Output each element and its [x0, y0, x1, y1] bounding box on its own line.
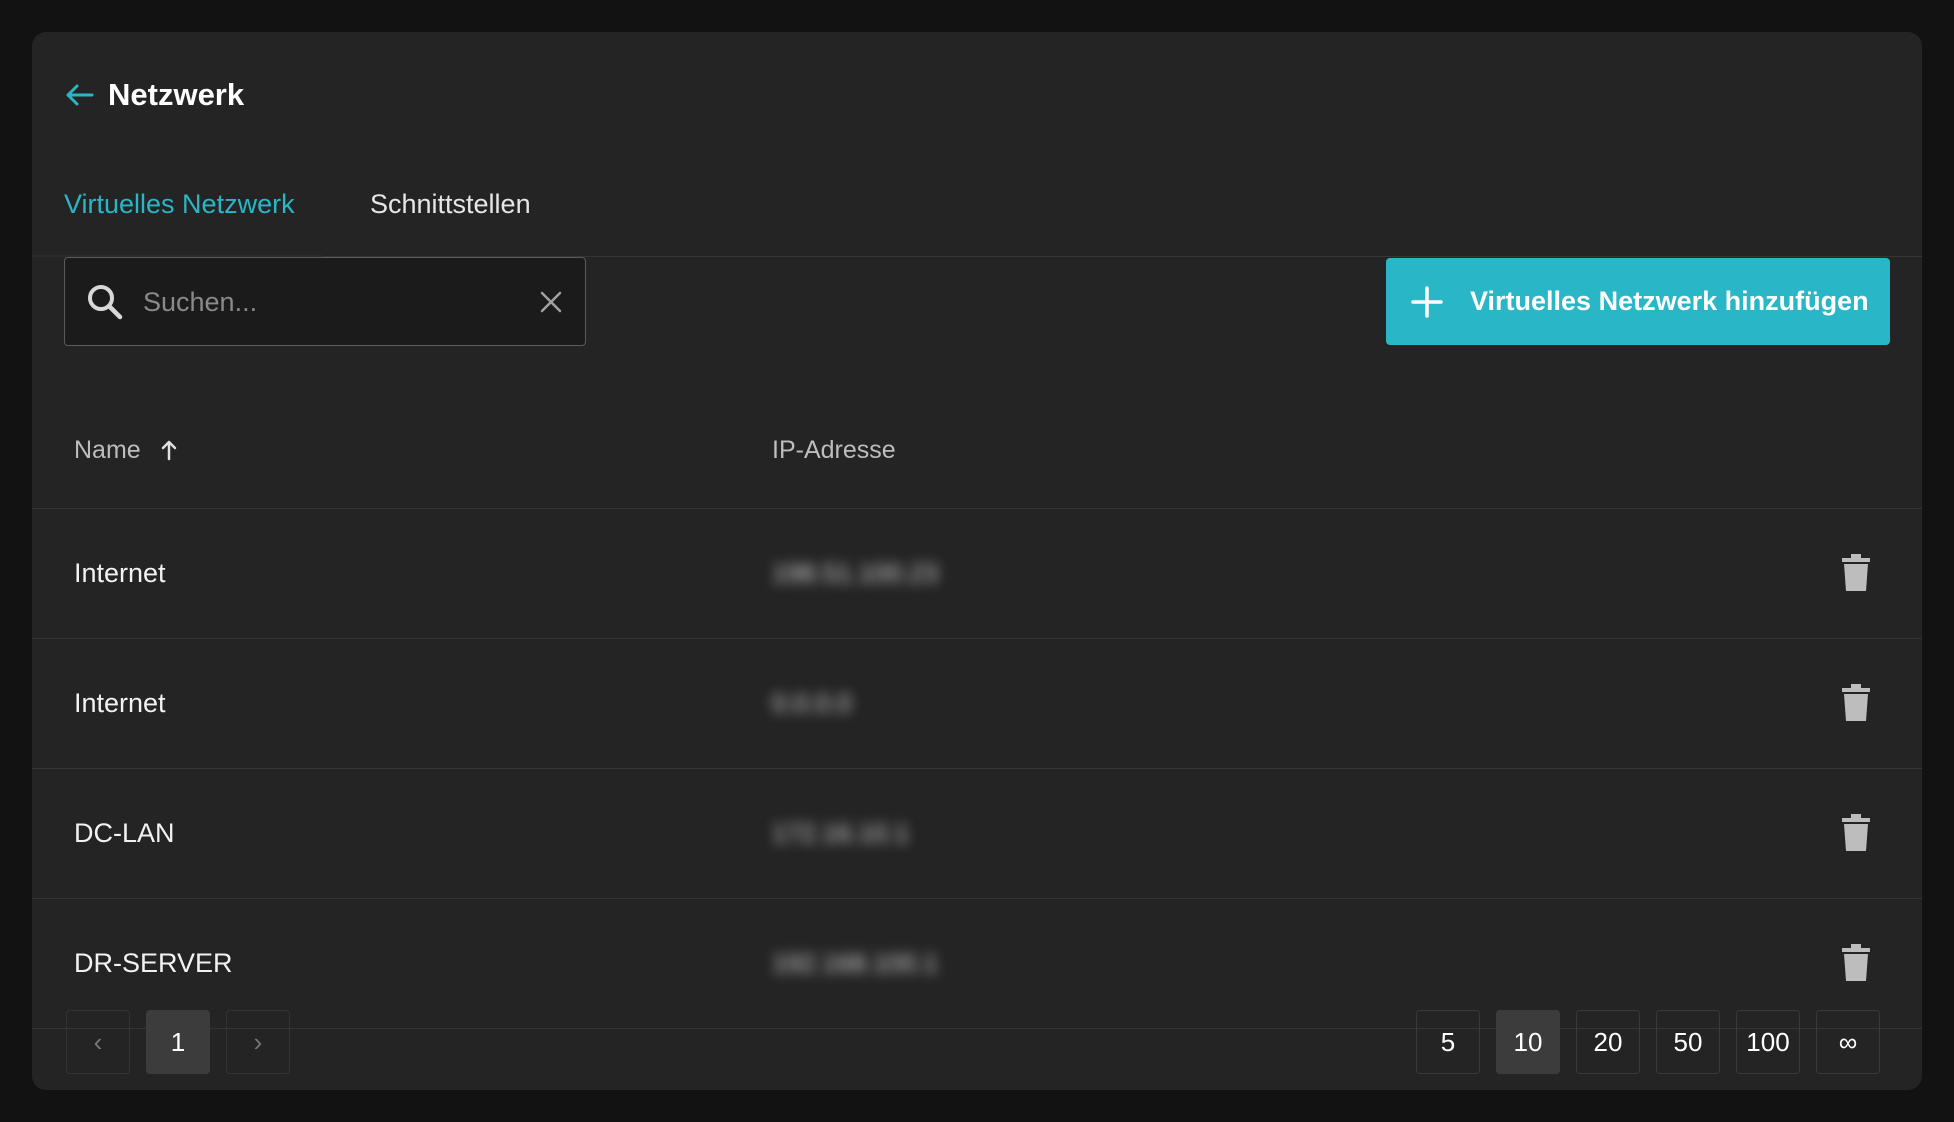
delete-button[interactable] — [1832, 809, 1880, 857]
tab-bar: Virtuelles Netzwerk Schnittstellen — [32, 152, 1922, 257]
ip-address: 0.0.0.0 — [772, 688, 852, 718]
page-size-5[interactable]: 5 — [1416, 1010, 1480, 1074]
ip-address: 192.168.100.1 — [772, 948, 939, 978]
network-card: Netzwerk Virtuelles Netzwerk Schnittstel… — [32, 32, 1922, 1090]
table-row[interactable]: Internet 0.0.0.0 — [32, 639, 1922, 769]
table-header: Name IP-Adresse — [32, 392, 1922, 509]
trash-icon — [1842, 684, 1870, 721]
arrow-left-icon[interactable] — [62, 78, 96, 112]
page-size-20[interactable]: 20 — [1576, 1010, 1640, 1074]
ip-address: 198.51.100.23 — [772, 558, 939, 588]
page-size-100[interactable]: 100 — [1736, 1010, 1800, 1074]
table-row[interactable]: Internet 198.51.100.23 — [32, 509, 1922, 639]
page-button-1[interactable]: 1 — [146, 1010, 210, 1074]
next-page-button[interactable]: › — [226, 1010, 290, 1074]
add-button-label: Virtuelles Netzwerk hinzufügen — [1470, 286, 1869, 316]
ip-address: 172.16.10.1 — [772, 818, 910, 848]
trash-icon — [1842, 814, 1870, 851]
delete-button[interactable] — [1832, 679, 1880, 727]
table-row[interactable]: DR-SERVER 192.168.100.1 — [32, 899, 1922, 1029]
page-size-50[interactable]: 50 — [1656, 1010, 1720, 1074]
table-row[interactable]: DC-LAN 172.16.10.1 — [32, 769, 1922, 899]
page-size-all[interactable]: ∞ — [1816, 1010, 1880, 1074]
delete-button[interactable] — [1832, 549, 1880, 597]
search-icon — [88, 285, 123, 320]
sort-ascending-icon[interactable] — [159, 439, 179, 461]
network-name: DC-LAN — [74, 818, 175, 848]
search-box — [64, 257, 586, 346]
add-virtual-network-button[interactable]: Virtuelles Netzwerk hinzufügen — [1386, 258, 1890, 345]
delete-button[interactable] — [1832, 939, 1880, 987]
column-header-name-label: Name — [74, 435, 141, 464]
page-header: Netzwerk — [62, 70, 244, 120]
prev-page-button[interactable]: ‹ — [66, 1010, 130, 1074]
trash-icon — [1842, 944, 1870, 981]
network-name: Internet — [74, 558, 166, 588]
network-name: DR-SERVER — [74, 948, 233, 978]
tab-interfaces[interactable]: Schnittstellen — [370, 152, 531, 256]
network-name: Internet — [74, 688, 166, 718]
clear-icon[interactable] — [537, 288, 565, 316]
column-header-ip[interactable]: IP-Adresse — [772, 392, 896, 508]
column-header-name[interactable]: Name — [74, 392, 179, 508]
page-title: Netzwerk — [108, 77, 245, 112]
page-size-10[interactable]: 10 — [1496, 1010, 1560, 1074]
trash-icon — [1842, 554, 1870, 591]
search-input[interactable] — [141, 276, 505, 328]
tab-virtual-network[interactable]: Virtuelles Netzwerk — [64, 152, 295, 256]
plus-icon — [1411, 285, 1443, 318]
